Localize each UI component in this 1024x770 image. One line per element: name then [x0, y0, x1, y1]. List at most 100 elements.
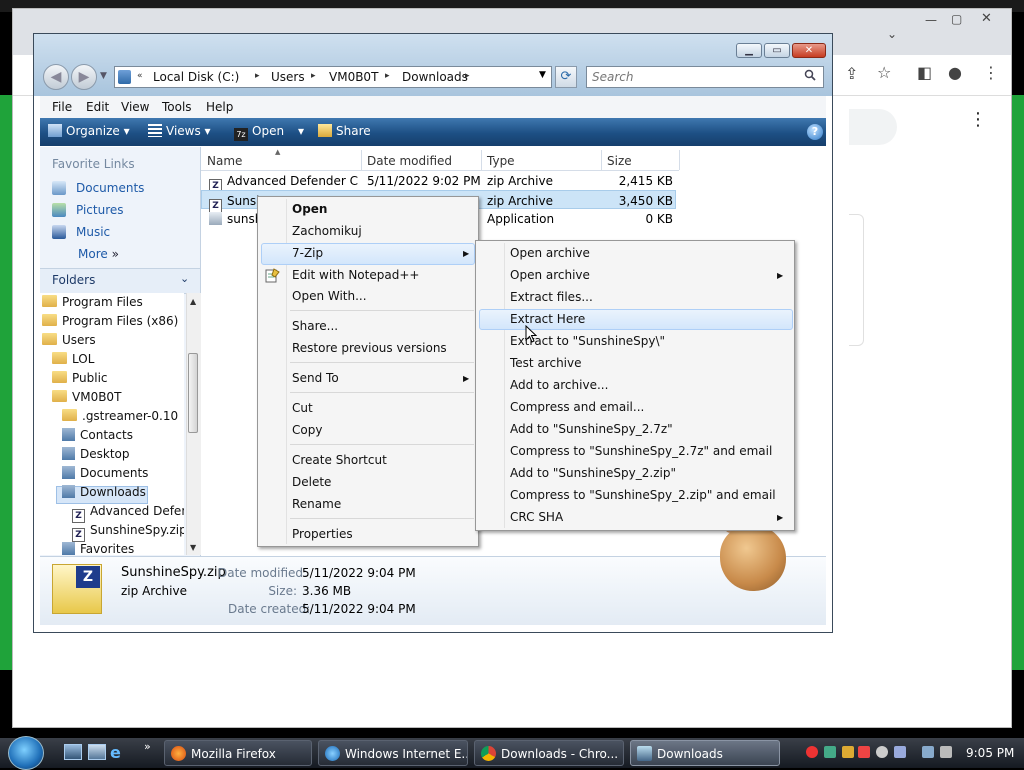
close-icon[interactable]: ✕: [981, 11, 992, 26]
share-icon[interactable]: ⇪: [845, 64, 858, 83]
recent-pages-chevron-icon[interactable]: ▼: [100, 71, 107, 81]
file-row[interactable]: Z Advanced Defender Cr... 5/11/2022 9:02 …: [201, 171, 676, 193]
tree-item[interactable]: Program Files (x86): [42, 314, 178, 328]
address-bar[interactable]: « Local Disk (C:) ▸ Users ▸ VM0B0T ▸ Dow…: [114, 66, 552, 88]
submenu-item-compress-email[interactable]: Compress and email...: [510, 400, 644, 414]
tray-red-icon[interactable]: [806, 746, 818, 758]
submenu-item-add-zip[interactable]: Add to "SunshineSpy_2.zip": [510, 466, 676, 480]
minimize-button[interactable]: ▁: [736, 43, 762, 58]
tree-item[interactable]: Contacts: [62, 428, 133, 442]
internet-explorer-icon[interactable]: e: [110, 743, 121, 762]
scroll-up-icon[interactable]: ▲: [190, 297, 196, 306]
menu-item-delete[interactable]: Delete: [292, 475, 331, 489]
organize-button[interactable]: Organize ▾: [48, 124, 130, 138]
submenu-item-open-archive-more[interactable]: Open archive: [510, 268, 590, 282]
column-divider[interactable]: [601, 150, 602, 170]
taskbar-downloads[interactable]: Downloads: [630, 740, 780, 766]
switch-windows-icon[interactable]: [88, 744, 106, 760]
submenu-item-test-archive[interactable]: Test archive: [510, 356, 582, 370]
open-dropdown-icon[interactable]: ▾: [298, 124, 304, 138]
favorite-documents[interactable]: Documents: [52, 181, 144, 195]
network-icon[interactable]: [922, 746, 934, 758]
tree-item[interactable]: .gstreamer-0.10: [62, 409, 178, 423]
tray-clock-icon[interactable]: [876, 746, 888, 758]
tree-item[interactable]: LOL: [52, 352, 94, 366]
tree-item[interactable]: Desktop: [62, 447, 130, 461]
star-icon[interactable]: ☆: [877, 63, 891, 82]
maximize-button[interactable]: ▭: [764, 43, 790, 58]
maximize-icon[interactable]: ▢: [951, 12, 962, 26]
favorite-music[interactable]: Music: [52, 225, 110, 239]
menu-item-edit-notepad[interactable]: Edit with Notepad++: [292, 268, 419, 282]
menu-icon[interactable]: ⋮: [983, 63, 999, 82]
search-input[interactable]: Search: [586, 66, 824, 88]
tree-item-downloads[interactable]: Downloads: [62, 485, 146, 499]
tree-scroll-thumb[interactable]: [188, 353, 198, 433]
submenu-item-add-7z[interactable]: Add to "SunshineSpy_2.7z": [510, 422, 673, 436]
menu-item-open[interactable]: Open: [292, 202, 327, 216]
views-button[interactable]: Views ▾: [148, 124, 211, 138]
taskbar-firefox[interactable]: Mozilla Firefox: [164, 740, 312, 766]
search-icon[interactable]: [804, 69, 816, 81]
menu-item-copy[interactable]: Copy: [292, 423, 322, 437]
column-divider[interactable]: [679, 150, 680, 170]
submenu-item-extract-files[interactable]: Extract files...: [510, 290, 593, 304]
profile-icon[interactable]: ●: [948, 63, 962, 82]
submenu-item-add-to-archive[interactable]: Add to archive...: [510, 378, 608, 392]
more-options-icon[interactable]: ⋮: [969, 109, 987, 130]
back-button[interactable]: ◀: [43, 64, 69, 90]
tree-item[interactable]: Users: [42, 333, 96, 347]
help-icon[interactable]: ?: [807, 124, 823, 140]
tree-item[interactable]: Z Advanced Defen: [72, 504, 184, 523]
tree-item[interactable]: Z SunshineSpy.zip: [72, 523, 184, 542]
share-button[interactable]: Share: [318, 124, 371, 138]
tray-green-icon[interactable]: [824, 746, 836, 758]
menu-item-rename[interactable]: Rename: [292, 497, 341, 511]
menu-item-create-shortcut[interactable]: Create Shortcut: [292, 453, 387, 467]
breadcrumb-chevron-icon[interactable]: ▸: [385, 71, 390, 81]
menu-help[interactable]: Help: [206, 100, 233, 114]
menu-view[interactable]: View: [121, 100, 149, 114]
address-dropdown-icon[interactable]: ▼: [539, 70, 546, 80]
sidepanel-icon[interactable]: ◧: [917, 63, 932, 82]
breadcrumb-item[interactable]: Downloads: [402, 70, 468, 84]
menu-item-cut[interactable]: Cut: [292, 401, 313, 415]
favorite-more[interactable]: More »: [78, 247, 119, 261]
volume-icon[interactable]: [940, 746, 952, 758]
breadcrumb-chevron-icon[interactable]: «: [137, 71, 143, 81]
menu-tools[interactable]: Tools: [162, 100, 192, 114]
menu-item-open-with[interactable]: Open With...: [292, 289, 367, 303]
column-size[interactable]: Size: [607, 154, 632, 168]
column-date-modified[interactable]: Date modified: [367, 154, 452, 168]
browser-search-pill[interactable]: [849, 109, 897, 145]
tree-item[interactable]: Documents: [62, 466, 148, 480]
minimize-icon[interactable]: —: [925, 13, 937, 27]
submenu-item-compress-zip-email[interactable]: Compress to "SunshineSpy_2.zip" and emai…: [510, 488, 776, 502]
menu-item-7zip[interactable]: 7-Zip: [292, 246, 323, 260]
menu-edit[interactable]: Edit: [86, 100, 109, 114]
menu-item-properties[interactable]: Properties: [292, 527, 353, 541]
forward-button[interactable]: ▶: [71, 64, 97, 90]
open-button[interactable]: 7z Open: [234, 124, 284, 141]
close-button[interactable]: ✕: [792, 43, 826, 58]
tray-shield-icon[interactable]: [842, 746, 854, 758]
menu-item-send-to[interactable]: Send To: [292, 371, 339, 385]
breadcrumb-item[interactable]: Local Disk (C:): [153, 70, 239, 84]
menu-item-zachomikuj[interactable]: Zachomikuj: [292, 224, 362, 238]
tray-alert-icon[interactable]: [858, 746, 870, 758]
favorite-pictures[interactable]: Pictures: [52, 203, 124, 217]
submenu-item-compress-7z-email[interactable]: Compress to "SunshineSpy_2.7z" and email: [510, 444, 772, 458]
tree-item[interactable]: Program Files: [42, 295, 143, 309]
taskbar-internet-explorer[interactable]: Windows Internet E...: [318, 740, 468, 766]
breadcrumb-chevron-icon[interactable]: ▸: [311, 71, 316, 81]
tree-item[interactable]: VM0B0T: [52, 390, 121, 404]
tray-app-icon[interactable]: [894, 746, 906, 758]
chevron-down-icon[interactable]: ⌄: [180, 272, 189, 285]
scroll-down-icon[interactable]: ▼: [190, 543, 196, 552]
submenu-item-extract-here[interactable]: Extract Here: [510, 312, 585, 326]
submenu-item-crc-sha[interactable]: CRC SHA: [510, 510, 563, 524]
taskbar-clock[interactable]: 9:05 PM: [966, 738, 1016, 768]
chevron-down-icon[interactable]: ⌄: [887, 27, 897, 41]
menu-item-restore-versions[interactable]: Restore previous versions: [292, 341, 447, 355]
taskbar-chrome[interactable]: Downloads - Chro...: [474, 740, 624, 766]
